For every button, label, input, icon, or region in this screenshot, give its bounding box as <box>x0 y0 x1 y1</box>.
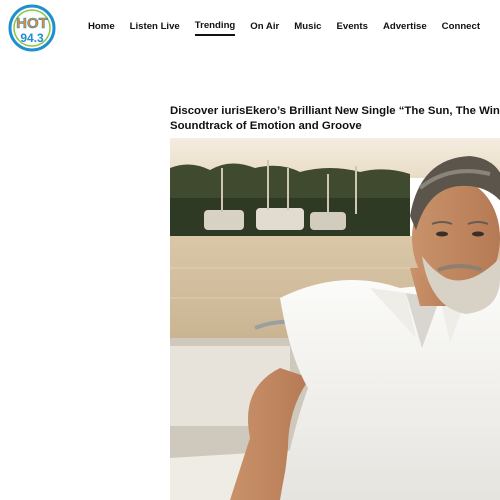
nav-item-connect[interactable]: Connect <box>442 21 480 35</box>
article-title-line-2: Soundtrack of Emotion and Groove <box>170 120 362 132</box>
logo-text-top: HOT <box>16 15 48 32</box>
article-title: Discover iurisEkero’s Brilliant New Sing… <box>170 104 500 134</box>
nav-item-on-air[interactable]: On Air <box>250 21 279 35</box>
nav-item-listen-live[interactable]: Listen Live <box>130 21 180 35</box>
logo-text-bottom: 94.3 <box>20 31 44 45</box>
man-on-boat-photo <box>170 138 500 500</box>
nav-item-music[interactable]: Music <box>294 21 321 35</box>
site-header: HOT 94.3 Home Listen Live Trending On Ai… <box>0 0 500 56</box>
article-title-line-1: Discover iurisEkero’s Brilliant New Sing… <box>170 105 500 117</box>
page: HOT 94.3 Home Listen Live Trending On Ai… <box>0 0 500 500</box>
hot-943-logo-icon: HOT 94.3 <box>8 4 56 52</box>
nav-item-advertise[interactable]: Advertise <box>383 21 427 35</box>
nav-item-trending[interactable]: Trending <box>194 20 236 36</box>
station-logo[interactable]: HOT 94.3 <box>6 4 58 52</box>
nav-item-events[interactable]: Events <box>336 21 367 35</box>
main-nav: Home Listen Live Trending On Air Music E… <box>88 20 480 36</box>
hero-image <box>170 138 500 500</box>
nav-item-home[interactable]: Home <box>88 21 115 35</box>
